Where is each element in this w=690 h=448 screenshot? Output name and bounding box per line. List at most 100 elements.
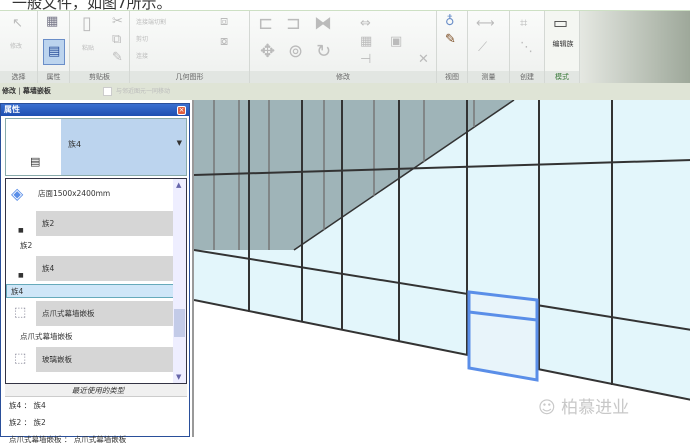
properties-icon: ▤ — [48, 44, 61, 59]
recent-header: 最近使用的类型 — [5, 384, 187, 397]
item-label: 点爪式幕墙嵌板 — [36, 301, 173, 326]
delete-icon[interactable]: ✕ — [418, 53, 429, 66]
copy-element-icon[interactable]: ⊚ — [288, 43, 303, 61]
list-item[interactable]: ■ 族2 — [6, 211, 174, 237]
point-panel-icon: ⬚ — [14, 305, 27, 320]
panel-label: 属性 — [38, 71, 69, 83]
group-icon[interactable]: ⌗ — [520, 17, 527, 30]
panel-create: ⌗ ⋱ 创建 — [510, 11, 545, 83]
ribbon-background — [580, 11, 690, 83]
cut-icon[interactable]: ✂ — [112, 15, 123, 28]
scrollbar-thumb[interactable] — [174, 309, 185, 337]
paste-button[interactable]: 粘贴 — [82, 43, 94, 52]
recent-types: 最近使用的类型 族4 ： 族4 族2 ： 族2 点爪式幕墙嵌板 ： 点爪式幕墙嵌… — [5, 384, 187, 448]
scroll-down-icon[interactable]: ▼ — [176, 373, 181, 381]
selected-type: 族4 — [68, 140, 82, 149]
properties-button[interactable]: ▤ — [43, 39, 65, 65]
panel-select: ↖ 修改 选择 — [0, 11, 38, 83]
panel-geometry: 连接端切割 剪切 连接 ⧈ ⧇ 几何图形 — [130, 11, 250, 83]
family-icon: ■ — [18, 227, 24, 234]
cut-geometry-button[interactable]: 剪切 — [136, 34, 148, 43]
item-label: 族2 — [36, 211, 173, 236]
mirror-icon[interactable]: ⧓ — [314, 15, 332, 33]
move-with-nearby-checkbox[interactable] — [103, 87, 112, 96]
panel-label: 修改 — [250, 71, 436, 83]
edit-family-button[interactable]: 编辑族 — [551, 39, 575, 49]
panel-label: 几何图形 — [130, 71, 249, 83]
watermark: ☺ 柏慕进业 — [538, 393, 629, 418]
offset-icon[interactable]: ⊐ — [286, 15, 301, 33]
item-label: 族4 — [36, 256, 173, 281]
scale-icon[interactable]: ▣ — [390, 35, 402, 48]
geometry-tool-icon[interactable]: ⧈ — [220, 15, 228, 28]
list-item-selected[interactable]: 族4 — [6, 284, 174, 298]
panel-clipboard: ▯ 粘贴 ✂ ⧉ ✎ 剪贴板 — [70, 11, 130, 83]
panel-label: 模式 — [545, 71, 579, 83]
panel-label: 创建 — [510, 71, 544, 83]
geometry-tool-icon[interactable]: ⧇ — [220, 35, 228, 48]
scroll-up-icon[interactable]: ▲ — [176, 181, 181, 189]
array-icon[interactable]: ▦ — [360, 35, 372, 48]
panel-label: 剪贴板 — [70, 71, 129, 83]
panel-modify: ⊏ ⊐ ⧓ ✥ ⊚ ↻ ⇔ ▦ ⊣ ▣ ✕ 修改 — [250, 11, 437, 83]
panel-measure: ⟷ ⟋ 测量 — [468, 11, 510, 83]
measure-icon[interactable]: ⟷ — [476, 17, 495, 30]
recent-item[interactable]: 点爪式幕墙嵌板 ： 点爪式幕墙嵌板 — [5, 431, 187, 448]
list-item[interactable]: 族2 — [6, 237, 174, 255]
modify-button[interactable]: 修改 — [10, 41, 22, 50]
paint-brush-icon[interactable]: ✎ — [445, 33, 456, 46]
rotate-icon[interactable]: ↻ — [316, 43, 331, 61]
recent-item[interactable]: 族4 ： 族4 — [5, 397, 187, 414]
type-dropdown: ◈ 店面1500x2400mm ■ 族2 族2 ■ 族4 族4 ⬚ 点爪式幕墙嵌… — [5, 178, 187, 384]
list-item[interactable]: ⬚ 点爪式幕墙嵌板 — [6, 301, 174, 327]
move-icon[interactable]: ✥ — [260, 43, 275, 61]
separator: | — [18, 87, 21, 95]
curtain-wall-view[interactable] — [193, 99, 690, 437]
lightbulb-icon[interactable]: ♁ — [445, 15, 455, 28]
trim-icon[interactable]: ⊣ — [360, 53, 371, 66]
copy-icon[interactable]: ⧉ — [112, 33, 121, 46]
type-selector[interactable]: ▤ 族4 ▼ — [5, 118, 187, 176]
align-icon[interactable]: ⊏ — [258, 15, 273, 33]
panel-label: 选择 — [0, 71, 37, 83]
recent-item[interactable]: 族2 ： 族2 — [5, 414, 187, 431]
list-item[interactable]: ◈ 店面1500x2400mm — [6, 179, 174, 209]
storefront-icon: ◈ — [11, 184, 24, 203]
list-item[interactable]: ■ 族4 — [6, 256, 174, 282]
ribbon: ↖ 修改 选择 ▦ ▤ 属性 ▯ 粘贴 ✂ ⧉ ✎ 剪贴板 连接端切割 剪切 连… — [0, 10, 690, 83]
context-element: 幕墙嵌板 — [22, 87, 51, 95]
glass-panel-icon: ⬚ — [14, 351, 27, 366]
item-label: 店面1500x2400mm — [38, 189, 111, 198]
panel-view: ♁ ✎ 视图 — [437, 11, 468, 83]
context-bar: 修改 | 幕墙嵌板 与邻近图元一同移动 — [0, 83, 690, 100]
dimension-icon[interactable]: ⟋ — [478, 41, 487, 54]
list-item[interactable]: ⬚ 玻璃嵌板 — [6, 347, 174, 373]
panel-mode: ▭ 编辑族 模式 — [545, 11, 580, 83]
create-similar-icon[interactable]: ⋱ — [520, 41, 533, 54]
edit-family-icon[interactable]: ▭ — [553, 15, 568, 31]
chevron-down-icon: ▼ — [176, 139, 182, 147]
type-properties-icon[interactable]: ▦ — [46, 15, 58, 28]
checkbox-label: 与邻近图元一同移动 — [116, 88, 171, 95]
panel-properties: ▦ ▤ 属性 — [38, 11, 70, 83]
panel-label: 视图 — [437, 71, 467, 83]
panel-label: 测量 — [468, 71, 509, 83]
3d-viewport[interactable] — [192, 99, 690, 437]
wechat-icon: ☺ — [538, 398, 562, 418]
selected-panel[interactable] — [467, 290, 539, 382]
family-icon: ■ — [18, 272, 24, 279]
list-item[interactable]: 点爪式幕墙嵌板 — [6, 328, 174, 346]
palette-title: 属性 — [1, 104, 189, 116]
join-button[interactable]: 连接 — [136, 51, 148, 60]
close-button[interactable]: × — [177, 106, 186, 115]
paste-icon: ▯ — [82, 13, 92, 34]
match-icon[interactable]: ✎ — [112, 51, 123, 64]
item-label: 玻璃嵌板 — [36, 347, 173, 372]
watermark-text: 柏慕进业 — [561, 398, 630, 418]
scrollbar[interactable]: ▲ ▼ — [173, 179, 186, 383]
split-icon[interactable]: ⇔ — [360, 17, 371, 30]
cope-button[interactable]: 连接端切割 — [136, 17, 166, 26]
type-preview: ▤ — [6, 119, 61, 175]
panel-icon: ▤ — [30, 155, 41, 168]
properties-palette: 属性 × ▤ 族4 ▼ ◈ 店面1500x2400mm ■ 族2 族2 ■ 族4… — [0, 103, 190, 444]
